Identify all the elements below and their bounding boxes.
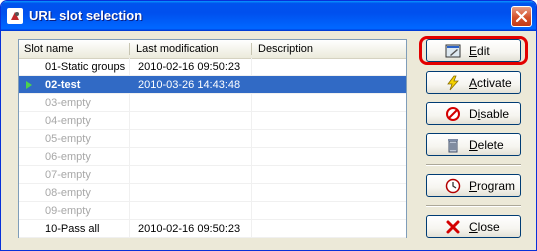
window-close-button[interactable] — [511, 6, 532, 27]
list-item[interactable]: 05-empty — [19, 130, 406, 148]
disable-button[interactable]: Disable — [426, 102, 521, 125]
slot-name: 04-empty — [45, 115, 91, 127]
edit-icon — [445, 43, 461, 59]
column-separator — [251, 43, 252, 55]
slot-description — [258, 148, 403, 166]
list-header: Slot name Last modification Description — [19, 40, 406, 59]
slot-description — [258, 166, 403, 184]
slot-description — [258, 94, 403, 112]
slot-list[interactable]: Slot name Last modification Description … — [18, 39, 407, 238]
slot-description — [258, 130, 403, 148]
activate-button[interactable]: Activate — [426, 71, 521, 94]
slot-description — [258, 220, 403, 238]
slot-name: 07-empty — [45, 169, 91, 181]
edit-button-label: Edit — [469, 44, 490, 58]
delete-button-label: Delete — [469, 138, 504, 152]
lightning-icon — [445, 75, 461, 91]
slot-last-modification — [138, 112, 250, 130]
list-item[interactable]: 03-empty — [19, 94, 406, 112]
list-item[interactable]: 04-empty — [19, 112, 406, 130]
program-button[interactable]: Program — [426, 174, 521, 197]
close-button-label: Close — [469, 220, 500, 234]
activate-button-label: Activate — [469, 76, 512, 90]
no-entry-icon — [445, 106, 461, 122]
title-bar[interactable]: URL slot selection — [1, 1, 536, 31]
slot-name: 10-Pass all — [45, 223, 100, 235]
edit-button[interactable]: Edit — [426, 39, 521, 62]
slot-name: 08-empty — [45, 187, 91, 199]
slot-last-modification — [138, 202, 250, 220]
button-separator — [426, 205, 521, 207]
slot-last-modification: 2010-02-16 09:50:23 — [138, 223, 241, 235]
column-header-slot-name[interactable]: Slot name — [19, 40, 129, 58]
slot-description — [258, 202, 403, 220]
clock-icon — [445, 178, 461, 194]
x-icon — [445, 219, 461, 235]
slot-last-modification — [138, 148, 250, 166]
slot-name: 05-empty — [45, 133, 91, 145]
list-item[interactable]: 08-empty — [19, 184, 406, 202]
list-item[interactable]: 09-empty — [19, 202, 406, 220]
slot-name: 06-empty — [45, 151, 91, 163]
close-button[interactable]: Close — [426, 215, 521, 238]
slot-last-modification: 2010-02-16 09:50:23 — [138, 61, 241, 73]
active-slot-arrow-icon — [26, 81, 32, 89]
slot-name: 03-empty — [45, 97, 91, 109]
list-item[interactable]: 10-Pass all 2010-02-16 09:50:23 — [19, 220, 406, 238]
slot-description — [258, 112, 403, 130]
disable-button-label: Disable — [469, 107, 510, 121]
list-item[interactable]: 06-empty — [19, 148, 406, 166]
delete-button[interactable]: Delete — [426, 133, 521, 156]
list-item[interactable]: 02-test 2010-03-26 14:43:48 — [19, 76, 406, 94]
slot-name: 01-Static groups — [45, 61, 126, 73]
window-title: URL slot selection — [29, 8, 143, 23]
close-icon — [515, 10, 528, 23]
slot-description — [258, 58, 403, 76]
list-item[interactable]: 07-empty — [19, 166, 406, 184]
row-gridline — [19, 237, 406, 238]
column-header-description[interactable]: Description — [253, 40, 403, 58]
slot-last-modification — [138, 130, 250, 148]
slot-description — [258, 76, 403, 94]
column-header-last-modification[interactable]: Last modification — [131, 40, 251, 58]
slot-last-modification — [138, 184, 250, 202]
dialog-window: URL slot selection Slot name Last modifi… — [0, 0, 537, 251]
column-separator — [129, 43, 130, 55]
button-separator — [426, 164, 521, 166]
slot-name: 09-empty — [45, 205, 91, 217]
slot-name: 02-test — [45, 79, 81, 91]
app-icon — [7, 8, 23, 24]
trash-icon — [445, 137, 461, 153]
slot-last-modification: 2010-03-26 14:43:48 — [138, 79, 241, 91]
slot-last-modification — [138, 94, 250, 112]
program-button-label: Program — [469, 179, 516, 193]
list-item[interactable]: 01-Static groups 2010-02-16 09:50:23 — [19, 58, 406, 76]
slot-last-modification — [138, 166, 250, 184]
slot-description — [258, 184, 403, 202]
